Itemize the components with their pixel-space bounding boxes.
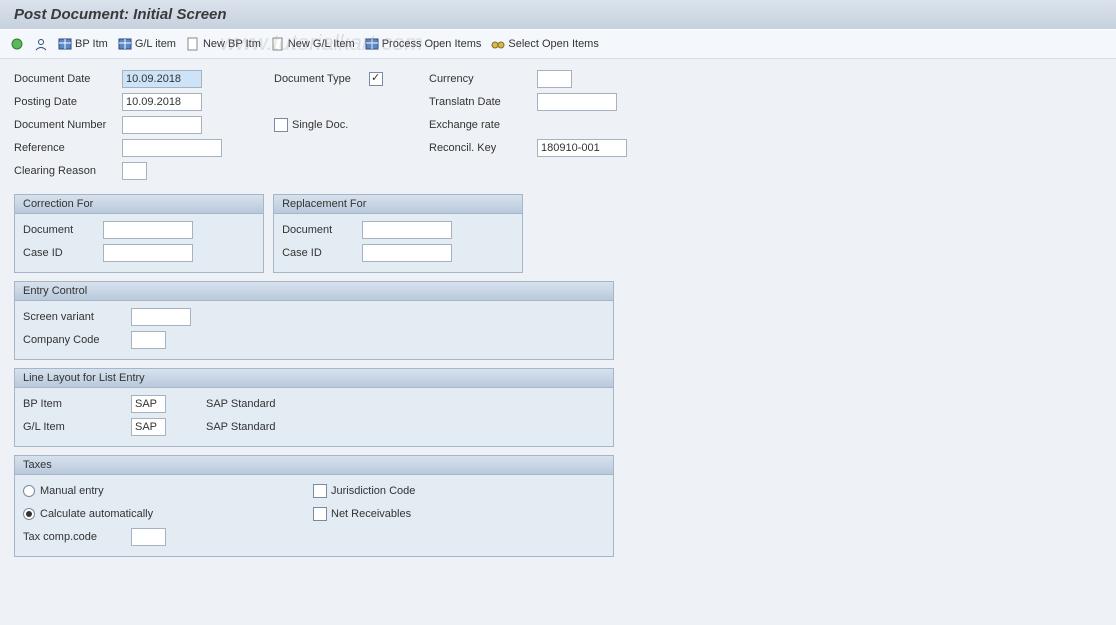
new-gl-item-label: New G/L Item (288, 38, 355, 50)
single-doc-checkbox[interactable] (274, 118, 288, 132)
doc-number-label: Document Number (14, 119, 122, 131)
toolbar: BP Itm G/L item New BP Itm New G/L Item … (0, 30, 1116, 59)
doc-date-label: Document Date (14, 73, 122, 85)
tax-comp-label: Tax comp.code (23, 531, 131, 543)
bp-item-input[interactable] (131, 395, 166, 413)
gl-item-desc: SAP Standard (206, 421, 306, 433)
reconcil-input[interactable] (537, 139, 627, 157)
transl-date-label: Translatn Date (429, 96, 537, 108)
transl-date-input[interactable] (537, 93, 617, 111)
table-icon (118, 37, 132, 51)
clearing-reason-input[interactable] (122, 162, 147, 180)
correction-panel: Correction For Document Case ID (14, 194, 264, 273)
gl-item-input[interactable] (131, 418, 166, 436)
replacement-doc-input[interactable] (362, 221, 452, 239)
posting-date-input[interactable] (122, 93, 202, 111)
entry-control-panel: Entry Control Screen variant Company Cod… (14, 281, 614, 360)
gl-item-label: G/L Item (23, 421, 131, 433)
exch-rate-label: Exchange rate (429, 119, 537, 131)
layout-title: Line Layout for List Entry (15, 369, 613, 388)
replacement-doc-label: Document (282, 224, 362, 236)
doc-date-input[interactable] (122, 70, 202, 88)
tax-comp-input[interactable] (131, 528, 166, 546)
process-open-items-button[interactable]: Process Open Items (365, 36, 482, 52)
execute-button[interactable] (10, 36, 24, 52)
reconcil-label: Reconcil. Key (429, 142, 537, 154)
currency-label: Currency (429, 73, 537, 85)
replacement-title: Replacement For (274, 195, 522, 214)
new-doc-icon (186, 37, 200, 51)
bp-itm-button[interactable]: BP Itm (58, 36, 108, 52)
replacement-panel: Replacement For Document Case ID (273, 194, 523, 273)
taxes-title: Taxes (15, 456, 613, 475)
variant-input[interactable] (131, 308, 191, 326)
page-title: Post Document: Initial Screen (0, 0, 1116, 30)
doc-type-label: Document Type (274, 73, 369, 85)
doc-type-checkbox[interactable] (369, 72, 383, 86)
posting-date-label: Posting Date (14, 96, 122, 108)
currency-input[interactable] (537, 70, 572, 88)
entry-title: Entry Control (15, 282, 613, 301)
reference-input[interactable] (122, 139, 222, 157)
doc-number-input[interactable] (122, 116, 202, 134)
net-receivables-checkbox[interactable] (313, 507, 327, 521)
jurisdiction-checkbox[interactable] (313, 484, 327, 498)
line-layout-panel: Line Layout for List Entry BP Item SAP S… (14, 368, 614, 447)
jurisdiction-label: Jurisdiction Code (331, 485, 415, 497)
gl-item-button[interactable]: G/L item (118, 36, 176, 52)
new-bp-itm-button[interactable]: New BP Itm (186, 36, 261, 52)
correction-case-label: Case ID (23, 247, 103, 259)
calc-auto-label: Calculate automatically (40, 508, 153, 520)
correction-title: Correction For (15, 195, 263, 214)
taxes-panel: Taxes Manual entry Calculate automatical… (14, 455, 614, 557)
single-doc-label: Single Doc. (292, 119, 348, 131)
manual-entry-radio[interactable] (23, 485, 35, 497)
company-input[interactable] (131, 331, 166, 349)
select-open-items-label: Select Open Items (508, 38, 599, 50)
manual-entry-label: Manual entry (40, 485, 104, 497)
select-open-items-button[interactable]: Select Open Items (491, 36, 599, 52)
reference-label: Reference (14, 142, 122, 154)
replacement-case-input[interactable] (362, 244, 452, 262)
bp-item-desc: SAP Standard (206, 398, 306, 410)
net-receivables-label: Net Receivables (331, 508, 411, 520)
process-open-items-label: Process Open Items (382, 38, 482, 50)
new-bp-itm-label: New BP Itm (203, 38, 261, 50)
correction-case-input[interactable] (103, 244, 193, 262)
bp-item-label: BP Item (23, 398, 131, 410)
variant-label: Screen variant (23, 311, 131, 323)
user-button[interactable] (34, 36, 48, 52)
binoculars-icon (491, 37, 505, 51)
clearing-reason-label: Clearing Reason (14, 165, 122, 177)
correction-doc-input[interactable] (103, 221, 193, 239)
bp-itm-label: BP Itm (75, 38, 108, 50)
new-doc-icon (271, 37, 285, 51)
user-icon (34, 37, 48, 51)
gl-item-label: G/L item (135, 38, 176, 50)
execute-icon (10, 37, 24, 51)
company-label: Company Code (23, 334, 131, 346)
table-icon (365, 37, 379, 51)
replacement-case-label: Case ID (282, 247, 362, 259)
table-icon (58, 37, 72, 51)
calc-auto-radio[interactable] (23, 508, 35, 520)
new-gl-item-button[interactable]: New G/L Item (271, 36, 355, 52)
correction-doc-label: Document (23, 224, 103, 236)
